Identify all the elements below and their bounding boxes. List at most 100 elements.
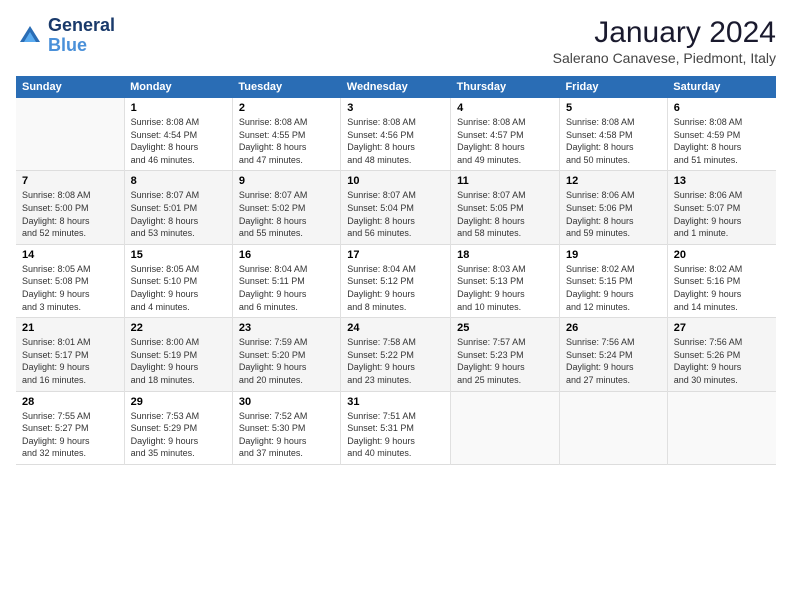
- day-cell-1-6: 13 Sunrise: 8:06 AM Sunset: 5:07 PM Dayli…: [667, 171, 776, 244]
- day-cell-3-0: 21 Sunrise: 8:01 AM Sunset: 5:17 PM Dayli…: [16, 318, 124, 391]
- day-cell-1-4: 11 Sunrise: 8:07 AM Sunset: 5:05 PM Dayli…: [451, 171, 560, 244]
- day-info: Sunrise: 8:07 AM Sunset: 5:02 PM Dayligh…: [239, 189, 334, 239]
- day-number: 20: [674, 249, 770, 261]
- day-cell-0-3: 3Sunrise: 8:08 AM Sunset: 4:56 PM Daylig…: [341, 98, 451, 171]
- day-info: Sunrise: 7:56 AM Sunset: 5:26 PM Dayligh…: [674, 336, 770, 386]
- day-cell-2-2: 16 Sunrise: 8:04 AM Sunset: 5:11 PM Dayli…: [232, 244, 340, 317]
- calendar-table: Sunday Monday Tuesday Wednesday Thursday…: [16, 76, 776, 465]
- week-row-5: 28Sunrise: 7:55 AM Sunset: 5:27 PM Dayli…: [16, 391, 776, 464]
- day-number: 2: [239, 102, 334, 114]
- day-cell-2-5: 19 Sunrise: 8:02 AM Sunset: 5:15 PM Dayli…: [559, 244, 667, 317]
- week-row-1: 1Sunrise: 8:08 AM Sunset: 4:54 PM Daylig…: [16, 98, 776, 171]
- day-cell-0-1: 1Sunrise: 8:08 AM Sunset: 4:54 PM Daylig…: [124, 98, 232, 171]
- day-cell-2-6: 20Sunrise: 8:02 AM Sunset: 5:16 PM Dayli…: [667, 244, 776, 317]
- day-info: Sunrise: 8:01 AM Sunset: 5:17 PM Dayligh…: [22, 336, 118, 386]
- day-cell-3-6: 27 Sunrise: 7:56 AM Sunset: 5:26 PM Dayli…: [667, 318, 776, 391]
- day-number: 11: [457, 175, 553, 187]
- day-info: Sunrise: 8:07 AM Sunset: 5:05 PM Dayligh…: [457, 189, 553, 239]
- day-number: 18: [457, 249, 553, 261]
- day-info: Sunrise: 8:03 AM Sunset: 5:13 PM Dayligh…: [457, 263, 553, 313]
- day-cell-2-1: 15 Sunrise: 8:05 AM Sunset: 5:10 PM Dayli…: [124, 244, 232, 317]
- day-info: Sunrise: 8:07 AM Sunset: 5:01 PM Dayligh…: [131, 189, 226, 239]
- header: General Blue January 2024 Salerano Canav…: [16, 16, 776, 66]
- logo-text: General Blue: [48, 16, 115, 56]
- day-number: 14: [22, 249, 118, 261]
- day-info: Sunrise: 8:05 AM Sunset: 5:10 PM Dayligh…: [131, 263, 226, 313]
- logo-line1: General: [48, 16, 115, 36]
- header-wednesday: Wednesday: [341, 76, 451, 98]
- day-number: 28: [22, 396, 118, 408]
- day-cell-0-4: 4 Sunrise: 8:08 AM Sunset: 4:57 PM Daylig…: [451, 98, 560, 171]
- week-row-4: 21 Sunrise: 8:01 AM Sunset: 5:17 PM Dayli…: [16, 318, 776, 391]
- month-title: January 2024: [553, 16, 776, 50]
- day-cell-0-5: 5 Sunrise: 8:08 AM Sunset: 4:58 PM Daylig…: [559, 98, 667, 171]
- day-number: 9: [239, 175, 334, 187]
- day-cell-2-3: 17Sunrise: 8:04 AM Sunset: 5:12 PM Dayli…: [341, 244, 451, 317]
- day-number: 12: [566, 175, 661, 187]
- header-saturday: Saturday: [667, 76, 776, 98]
- day-number: 13: [674, 175, 770, 187]
- day-info: Sunrise: 8:08 AM Sunset: 4:54 PM Dayligh…: [131, 116, 226, 166]
- day-info: Sunrise: 8:08 AM Sunset: 4:57 PM Dayligh…: [457, 116, 553, 166]
- day-number: 15: [131, 249, 226, 261]
- day-number: 26: [566, 322, 661, 334]
- day-number: 16: [239, 249, 334, 261]
- day-number: 5: [566, 102, 661, 114]
- day-cell-1-3: 10 Sunrise: 8:07 AM Sunset: 5:04 PM Dayli…: [341, 171, 451, 244]
- day-cell-0-2: 2Sunrise: 8:08 AM Sunset: 4:55 PM Daylig…: [232, 98, 340, 171]
- logo-icon: [16, 22, 44, 50]
- day-number: 23: [239, 322, 334, 334]
- day-info: Sunrise: 8:06 AM Sunset: 5:06 PM Dayligh…: [566, 189, 661, 239]
- day-cell-1-1: 8 Sunrise: 8:07 AM Sunset: 5:01 PM Daylig…: [124, 171, 232, 244]
- day-cell-3-3: 24 Sunrise: 7:58 AM Sunset: 5:22 PM Dayli…: [341, 318, 451, 391]
- day-number: 27: [674, 322, 770, 334]
- day-info: Sunrise: 7:53 AM Sunset: 5:29 PM Dayligh…: [131, 410, 226, 460]
- day-number: 10: [347, 175, 444, 187]
- day-number: 17: [347, 249, 444, 261]
- day-cell-0-0: [16, 98, 124, 171]
- day-cell-4-2: 30Sunrise: 7:52 AM Sunset: 5:30 PM Dayli…: [232, 391, 340, 464]
- day-info: Sunrise: 8:05 AM Sunset: 5:08 PM Dayligh…: [22, 263, 118, 313]
- header-friday: Friday: [559, 76, 667, 98]
- day-info: Sunrise: 8:02 AM Sunset: 5:15 PM Dayligh…: [566, 263, 661, 313]
- title-block: January 2024 Salerano Canavese, Piedmont…: [553, 16, 776, 66]
- day-number: 21: [22, 322, 118, 334]
- day-info: Sunrise: 7:58 AM Sunset: 5:22 PM Dayligh…: [347, 336, 444, 386]
- day-cell-1-2: 9 Sunrise: 8:07 AM Sunset: 5:02 PM Daylig…: [232, 171, 340, 244]
- day-cell-1-5: 12 Sunrise: 8:06 AM Sunset: 5:06 PM Dayli…: [559, 171, 667, 244]
- header-thursday: Thursday: [451, 76, 560, 98]
- day-info: Sunrise: 7:59 AM Sunset: 5:20 PM Dayligh…: [239, 336, 334, 386]
- day-cell-0-6: 6 Sunrise: 8:08 AM Sunset: 4:59 PM Daylig…: [667, 98, 776, 171]
- day-number: 31: [347, 396, 444, 408]
- day-cell-2-0: 14 Sunrise: 8:05 AM Sunset: 5:08 PM Dayli…: [16, 244, 124, 317]
- day-number: 30: [239, 396, 334, 408]
- day-cell-2-4: 18 Sunrise: 8:03 AM Sunset: 5:13 PM Dayli…: [451, 244, 560, 317]
- day-info: Sunrise: 7:57 AM Sunset: 5:23 PM Dayligh…: [457, 336, 553, 386]
- day-cell-4-5: [559, 391, 667, 464]
- day-cell-3-1: 22Sunrise: 8:00 AM Sunset: 5:19 PM Dayli…: [124, 318, 232, 391]
- day-info: Sunrise: 8:08 AM Sunset: 4:58 PM Dayligh…: [566, 116, 661, 166]
- day-cell-1-0: 7Sunrise: 8:08 AM Sunset: 5:00 PM Daylig…: [16, 171, 124, 244]
- day-cell-4-0: 28Sunrise: 7:55 AM Sunset: 5:27 PM Dayli…: [16, 391, 124, 464]
- day-info: Sunrise: 7:51 AM Sunset: 5:31 PM Dayligh…: [347, 410, 444, 460]
- logo: General Blue: [16, 16, 115, 56]
- day-number: 24: [347, 322, 444, 334]
- day-number: 19: [566, 249, 661, 261]
- day-number: 7: [22, 175, 118, 187]
- day-number: 4: [457, 102, 553, 114]
- day-cell-4-1: 29 Sunrise: 7:53 AM Sunset: 5:29 PM Dayli…: [124, 391, 232, 464]
- day-number: 25: [457, 322, 553, 334]
- day-number: 6: [674, 102, 770, 114]
- day-number: 3: [347, 102, 444, 114]
- logo-line2: Blue: [48, 36, 115, 56]
- header-sunday: Sunday: [16, 76, 124, 98]
- day-info: Sunrise: 8:08 AM Sunset: 4:59 PM Dayligh…: [674, 116, 770, 166]
- day-cell-3-4: 25 Sunrise: 7:57 AM Sunset: 5:23 PM Dayli…: [451, 318, 560, 391]
- day-number: 29: [131, 396, 226, 408]
- day-info: Sunrise: 8:04 AM Sunset: 5:11 PM Dayligh…: [239, 263, 334, 313]
- day-info: Sunrise: 8:06 AM Sunset: 5:07 PM Dayligh…: [674, 189, 770, 239]
- page: General Blue January 2024 Salerano Canav…: [0, 0, 792, 612]
- header-row: Sunday Monday Tuesday Wednesday Thursday…: [16, 76, 776, 98]
- day-number: 8: [131, 175, 226, 187]
- day-info: Sunrise: 8:07 AM Sunset: 5:04 PM Dayligh…: [347, 189, 444, 239]
